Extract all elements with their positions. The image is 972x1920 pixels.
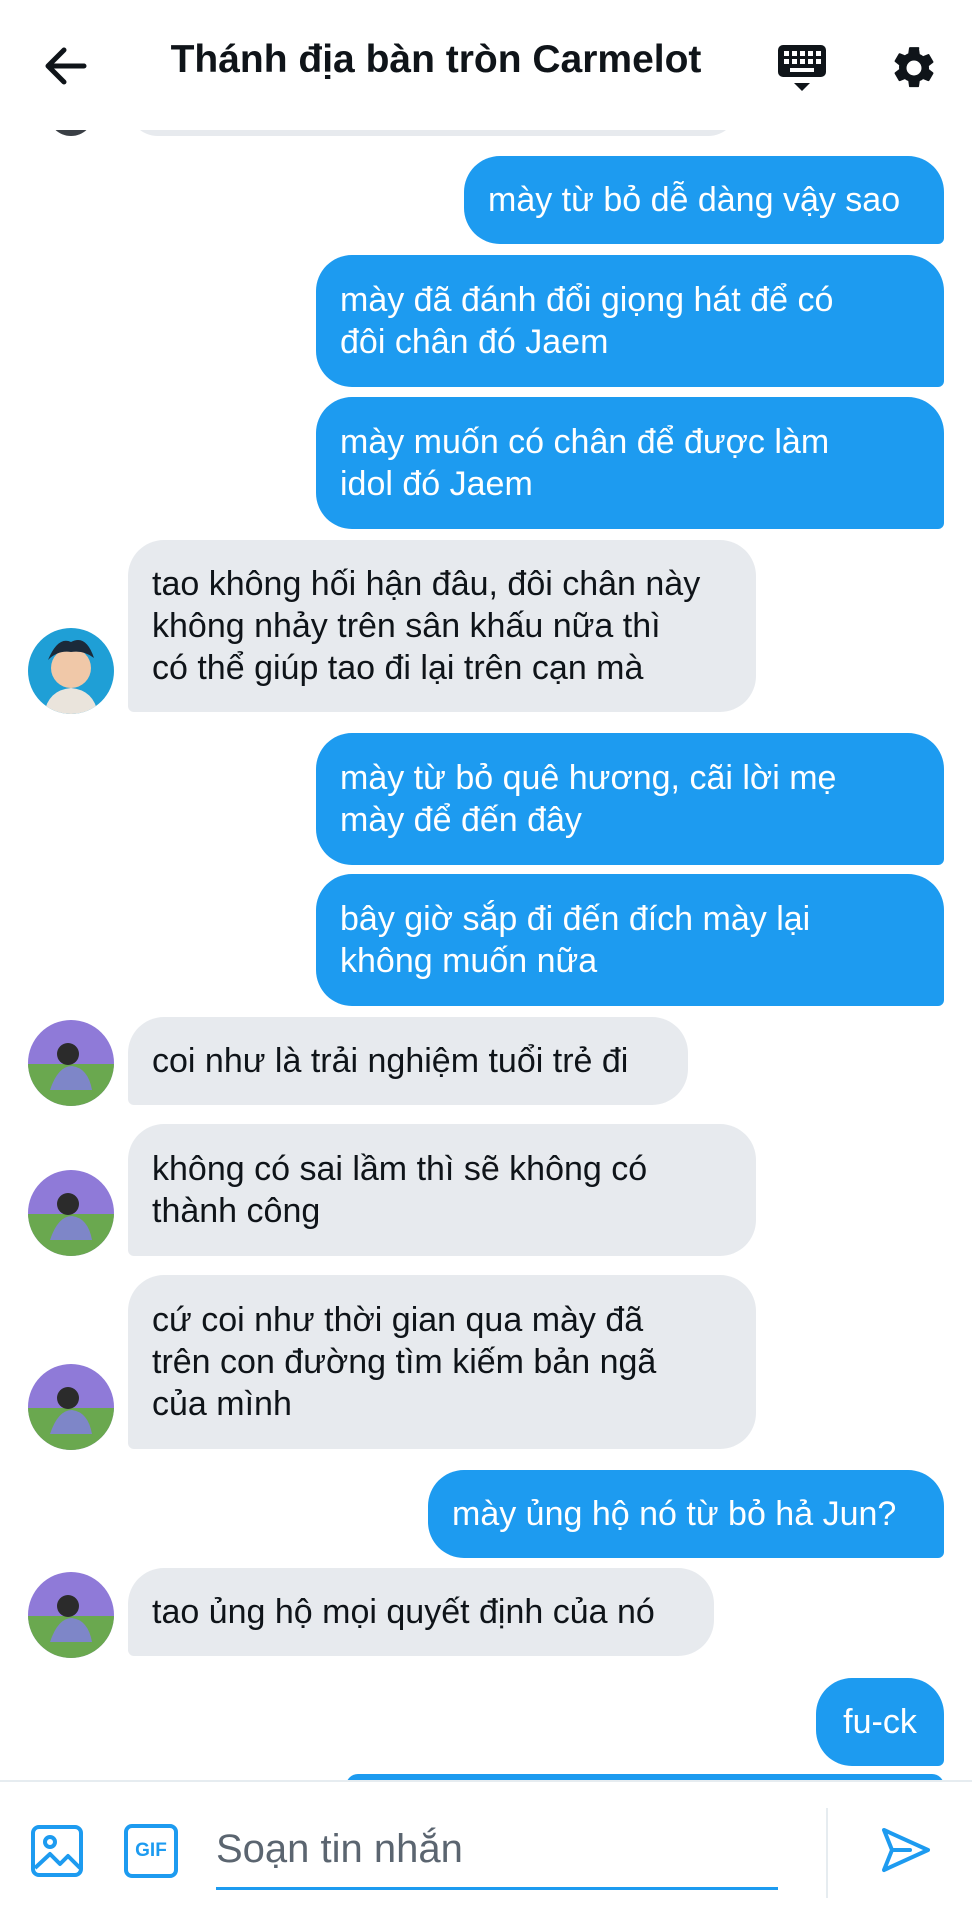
gif-button[interactable]: GIF <box>124 1824 178 1878</box>
avatar[interactable] <box>28 628 114 714</box>
arrow-left-icon <box>45 47 87 85</box>
message-text: bây giờ sắp đi đến đích mày lại <box>340 900 811 938</box>
message-text: mày để đến đây <box>340 801 582 839</box>
keyboard-shortcuts-button[interactable] <box>772 40 832 96</box>
avatar[interactable] <box>28 1020 114 1106</box>
settings-button[interactable] <box>886 40 942 96</box>
conversation-header: Thánh địa bàn tròn Carmelot <box>0 0 972 130</box>
message-text: đôi chân đó Jaem <box>340 323 609 361</box>
avatar[interactable] <box>28 1170 114 1256</box>
message-text: mày từ bỏ dễ dàng vậy sao <box>488 181 901 219</box>
avatar[interactable] <box>28 1572 114 1658</box>
message-bubble-incoming[interactable]: tao không hối hận đâu, đôi chân này khôn… <box>128 540 756 712</box>
message-text: cứ coi như thời gian qua mày đã <box>152 1301 644 1339</box>
conversation-title: Thánh địa bàn tròn Carmelot <box>170 38 702 81</box>
avatar[interactable] <box>28 1364 114 1450</box>
back-button[interactable] <box>40 40 92 92</box>
message-text: mày muốn có chân để được làm <box>340 423 830 461</box>
message-list[interactable]: mày từ bỏ dễ dàng vậy sao mày đã đánh đổ… <box>0 0 972 1780</box>
message-bubble-incoming[interactable]: không có sai lầm thì sẽ không có thành c… <box>128 1124 756 1256</box>
image-icon <box>31 1825 83 1877</box>
message-text: coi như là trải nghiệm tuổi trẻ đi <box>152 1042 629 1080</box>
message-text: của mình <box>152 1385 292 1423</box>
send-icon <box>882 1828 930 1872</box>
message-bubble-incoming[interactable]: cứ coi như thời gian qua mày đã trên con… <box>128 1275 756 1449</box>
message-bubble-incoming[interactable]: coi như là trải nghiệm tuổi trẻ đi <box>128 1017 688 1105</box>
message-composer: GIF <box>0 1780 972 1920</box>
message-bubble-incoming[interactable]: tao ủng hộ mọi quyết định của nó <box>128 1568 714 1656</box>
message-text: không muốn nữa <box>340 942 598 980</box>
message-bubble-outgoing[interactable]: mày ủng hộ nó từ bỏ hả Jun? <box>428 1470 944 1558</box>
message-bubble-outgoing[interactable]: mày đã đánh đổi giọng hát để có đôi chân… <box>316 255 944 387</box>
message-text: fu-ck <box>843 1703 917 1741</box>
message-text: không nhảy trên sân khấu nữa thì <box>152 607 661 645</box>
gear-icon <box>894 47 934 88</box>
message-bubble-outgoing[interactable]: fu-ck <box>816 1678 944 1766</box>
message-text: trên con đường tìm kiếm bản ngã <box>152 1343 657 1381</box>
message-text: không có sai lầm thì sẽ không có <box>152 1150 648 1188</box>
composer-divider <box>826 1808 828 1898</box>
message-bubble-outgoing[interactable]: bây giờ sắp đi đến đích mày lại không mu… <box>316 874 944 1006</box>
message-bubble-outgoing[interactable]: mày muốn có chân để được làm idol đó Jae… <box>316 397 944 529</box>
message-text: mày đã đánh đổi giọng hát để có <box>340 281 834 319</box>
gif-icon: GIF <box>135 1840 167 1861</box>
add-image-button[interactable] <box>30 1824 84 1878</box>
message-text: mày từ bỏ quê hương, cãi lời mẹ <box>340 759 837 797</box>
keyboard-icon <box>778 45 826 91</box>
message-text: mày ủng hộ nó từ bỏ hả Jun? <box>452 1495 897 1533</box>
message-input[interactable] <box>216 1812 778 1890</box>
message-text: tao không hối hận đâu, đôi chân này <box>152 565 701 603</box>
message-bubble-outgoing[interactable]: mày từ bỏ quê hương, cãi lời mẹ mày để đ… <box>316 733 944 865</box>
message-text: tao ủng hộ mọi quyết định của nó <box>152 1593 655 1631</box>
message-bubble-outgoing[interactable]: mày từ bỏ dễ dàng vậy sao <box>464 156 944 244</box>
message-text: thành công <box>152 1192 321 1230</box>
send-button[interactable] <box>878 1822 934 1878</box>
message-text: idol đó Jaem <box>340 465 533 503</box>
message-text: có thể giúp tao đi lại trên cạn mà <box>152 649 644 687</box>
